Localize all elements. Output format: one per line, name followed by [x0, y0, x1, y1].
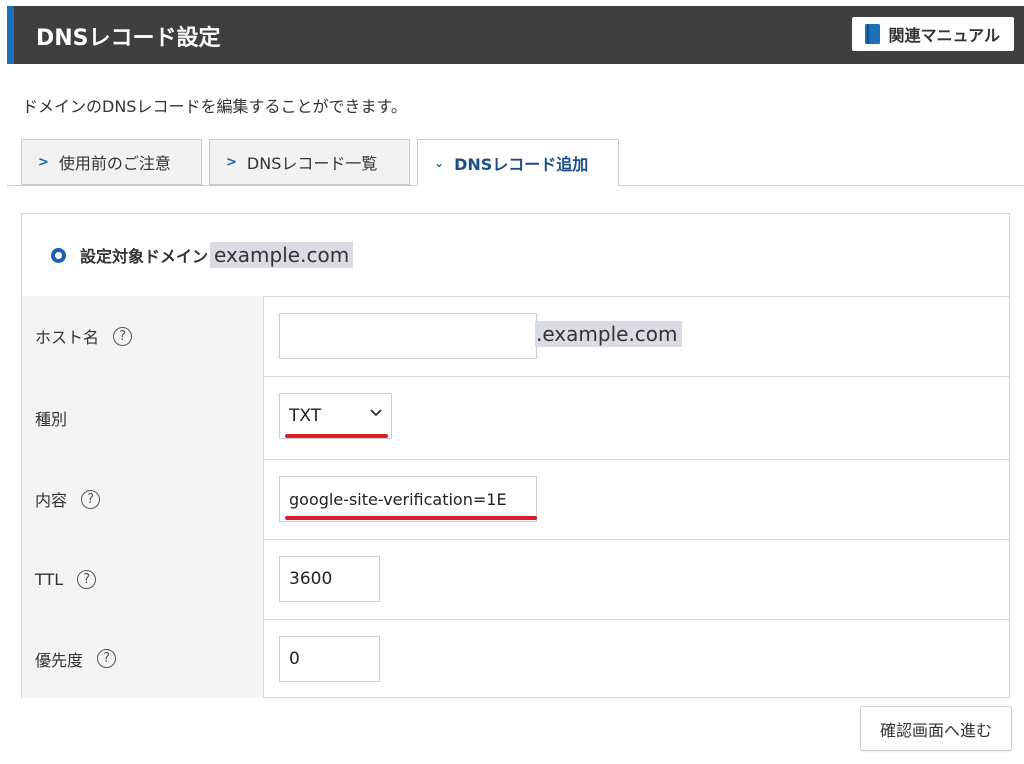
tab-dns-record-add[interactable]: ⌄ DNSレコード追加 — [417, 139, 619, 186]
ttl-label: TTL — [35, 569, 64, 589]
chevron-down-icon — [370, 409, 382, 417]
related-manual-label: 関連マニュアル — [888, 26, 1000, 45]
type-label: 種別 — [35, 409, 68, 429]
host-domain-suffix: .example.com — [535, 321, 682, 347]
ttl-input[interactable]: 3600 — [279, 556, 380, 602]
host-input[interactable] — [279, 313, 537, 359]
help-icon[interactable]: ? — [97, 649, 117, 668]
page-header: DNSレコード設定 関連マニュアル — [7, 6, 1024, 64]
content-label: 内容 — [35, 491, 68, 510]
chevron-down-icon: ⌄ — [434, 155, 445, 170]
target-domain-label: 設定対象ドメイン — [80, 247, 209, 266]
tab-dns-record-list[interactable]: > DNSレコード一覧 — [209, 139, 410, 185]
circle-bullet-icon — [51, 247, 66, 263]
ttl-label-cell: TTL ? — [22, 539, 264, 619]
priority-label: 優先度 — [35, 650, 84, 670]
help-icon[interactable]: ? — [81, 489, 101, 509]
tab-label: DNSレコード一覧 — [246, 154, 378, 173]
help-icon[interactable]: ? — [113, 326, 133, 346]
record-form-panel: 設定対象ドメイン example.com ホスト名 ? .example.com… — [21, 213, 1010, 698]
tab-label: 使用前のご注意 — [58, 154, 171, 173]
type-selected-value: TXT — [289, 406, 322, 426]
target-domain-value: example.com — [210, 242, 354, 268]
help-icon[interactable]: ? — [77, 569, 97, 589]
content-row: 内容 ? google-site-verification=1E — [22, 459, 1009, 540]
proceed-to-confirm-button[interactable]: 確認画面へ進む — [860, 706, 1012, 751]
chevron-right-icon: > — [38, 154, 49, 170]
priority-input[interactable]: 0 — [279, 636, 380, 682]
host-label-cell: ホスト名 ? — [22, 296, 264, 376]
chevron-right-icon: > — [226, 154, 237, 170]
ttl-row: TTL ? 3600 — [22, 539, 1009, 620]
target-domain-row: 設定対象ドメイン example.com — [22, 214, 1009, 297]
content-label-cell: 内容 ? — [22, 459, 264, 539]
page-title: DNSレコード設定 — [36, 26, 221, 51]
type-row: 種別 TXT — [22, 376, 1009, 460]
related-manual-button[interactable]: 関連マニュアル — [852, 17, 1014, 51]
book-icon — [865, 24, 881, 44]
priority-label-cell: 優先度 ? — [22, 619, 264, 698]
page-description: ドメインのDNSレコードを編集することができます。 — [22, 97, 407, 116]
type-label-cell: 種別 — [22, 376, 264, 459]
type-highlight-underline — [285, 434, 388, 438]
content-highlight-underline — [285, 516, 537, 520]
tab-precautions[interactable]: > 使用前のご注意 — [21, 139, 202, 185]
host-label: ホスト名 — [35, 328, 100, 347]
priority-row: 優先度 ? 0 — [22, 619, 1009, 698]
host-row: ホスト名 ? .example.com — [22, 296, 1009, 377]
type-select[interactable]: TXT — [279, 393, 392, 439]
tab-label: DNSレコード追加 — [454, 154, 589, 174]
